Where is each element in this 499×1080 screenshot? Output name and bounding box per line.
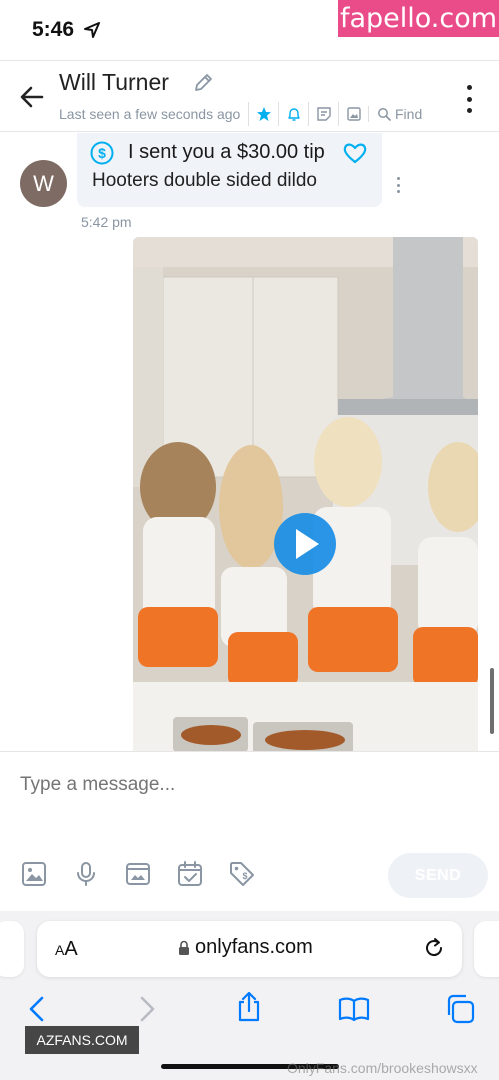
url-text: onlyfans.com (195, 936, 313, 958)
message-list[interactable]: W $ I sent you a $30.00 tip Hooters doub… (0, 133, 499, 751)
send-button[interactable]: SEND (388, 853, 488, 898)
screen: 5:46 fapello.com Will Turner Last seen a… (0, 0, 499, 1080)
message-composer: $ SEND (0, 751, 499, 911)
video-thumbnail (133, 237, 478, 751)
status-time: 5:46 (32, 18, 75, 41)
scrollbar[interactable] (490, 668, 494, 734)
dot (396, 183, 400, 187)
tip-text: I sent you a $30.00 tip (128, 141, 325, 163)
header-tools: Find (248, 101, 422, 127)
dot (466, 108, 472, 113)
dot (466, 96, 472, 102)
address-bar[interactable]: AA onlyfans.com (37, 921, 462, 977)
forward-chevron-icon[interactable] (130, 993, 162, 1025)
location-arrow-icon (84, 22, 100, 38)
image-icon (346, 107, 361, 121)
dollar-coin-icon: $ (90, 141, 114, 165)
favorite-star-button[interactable] (248, 102, 278, 126)
composer-tools: $ (20, 860, 256, 888)
lock-icon (179, 940, 189, 955)
tabs-icon[interactable] (444, 993, 476, 1025)
notifications-button[interactable] (278, 102, 308, 126)
dot (396, 190, 400, 193)
svg-text:$: $ (98, 145, 106, 161)
notes-button[interactable] (308, 102, 338, 126)
like-heart-icon[interactable] (342, 141, 368, 165)
dot (396, 177, 400, 180)
price-tag-icon[interactable]: $ (228, 860, 256, 888)
previous-tab[interactable] (0, 921, 24, 977)
svg-text:$: $ (242, 871, 247, 881)
reload-icon[interactable] (423, 937, 445, 959)
note-icon (316, 107, 331, 121)
text-size-big: A (64, 938, 78, 960)
next-tab[interactable] (474, 921, 499, 977)
chat-header: Will Turner Last seen a few seconds ago (0, 60, 499, 132)
back-chevron-icon[interactable] (22, 993, 54, 1025)
pencil-icon[interactable] (192, 72, 214, 94)
search-icon (378, 108, 391, 121)
browser-address-area: AA onlyfans.com (0, 911, 499, 991)
text-size-button[interactable]: AA (55, 938, 78, 961)
message-text: Hooters double sided dildo (92, 170, 317, 191)
find-label: Find (395, 106, 423, 122)
avatar[interactable]: W (20, 160, 67, 207)
message-time: 5:42 pm (81, 214, 132, 230)
contact-name[interactable]: Will Turner (59, 69, 169, 96)
share-icon[interactable] (233, 991, 265, 1023)
last-seen-text: Last seen a few seconds ago (59, 106, 241, 122)
calendar-check-icon[interactable] (176, 860, 204, 888)
star-icon (256, 107, 271, 121)
bookmarks-icon[interactable] (338, 993, 370, 1025)
media-gallery-button[interactable] (338, 102, 368, 126)
vault-icon[interactable] (124, 860, 152, 888)
onlyfans-watermark: OnlyFans.com/brookeshowsxx (287, 1060, 478, 1076)
video-attachment[interactable] (133, 237, 478, 751)
bell-icon (287, 108, 300, 121)
message-options-button[interactable] (394, 177, 402, 193)
fapello-watermark: fapello.com (338, 0, 499, 37)
more-options-button[interactable] (460, 85, 478, 113)
image-icon[interactable] (20, 860, 48, 888)
dot (466, 85, 472, 90)
text-size-small: A (55, 942, 65, 958)
find-button[interactable]: Find (368, 106, 422, 122)
microphone-icon[interactable] (72, 860, 100, 888)
message-input[interactable] (20, 774, 480, 796)
back-arrow-icon[interactable] (16, 81, 48, 113)
tip-message-bubble: $ I sent you a $30.00 tip Hooters double… (77, 133, 382, 207)
azfans-watermark: AZFANS.COM (25, 1026, 139, 1054)
